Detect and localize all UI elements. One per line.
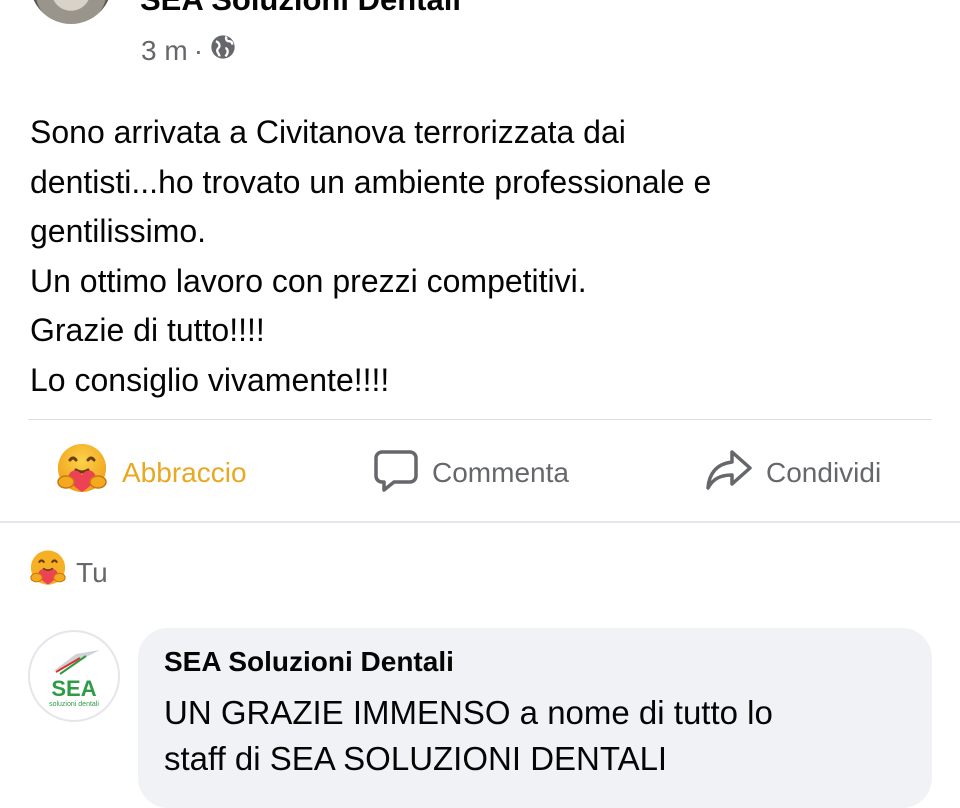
post-text-line: Grazie di tutto!!!!: [30, 312, 265, 348]
care-emoji-icon: [28, 549, 68, 596]
post-timestamp[interactable]: 3 m: [141, 35, 188, 67]
post-actions-bar: Abbraccio Commenta Condividi: [0, 440, 960, 506]
comment-text-line: UN GRAZIE IMMENSO a nome di tutto lo: [164, 694, 773, 731]
reactions-summary[interactable]: Tu: [28, 549, 108, 596]
comment-text: UN GRAZIE IMMENSO a nome di tutto lo sta…: [164, 690, 773, 782]
comment-author-avatar[interactable]: SEA soluzioni dentali: [28, 630, 120, 722]
post-author-name[interactable]: SEA Soluzioni Dentali: [140, 0, 461, 18]
comment-icon: [372, 446, 420, 501]
globe-icon: [209, 33, 237, 68]
comment-button-label: Commenta: [432, 457, 569, 488]
post-text-line: Sono arrivata a Civitanova terrorizzata …: [30, 114, 626, 150]
reactions-summary-label: Tu: [76, 556, 108, 588]
post-author-avatar[interactable]: [30, 0, 112, 24]
post-divider: [28, 419, 932, 420]
sea-logo-subtext: soluzioni dentali: [49, 701, 99, 708]
post-text-line: Lo consiglio vivamente!!!!: [30, 361, 390, 398]
share-icon: [704, 446, 754, 501]
post-text-line: dentisti...ho trovato un ambiente profes…: [30, 163, 712, 200]
care-emoji-icon: [54, 442, 110, 505]
meta-separator: ·: [193, 34, 204, 66]
post-text-line: gentilissimo.: [30, 213, 207, 249]
comment-text-line: staff di SEA SOLUZIONI DENTALI: [164, 740, 668, 777]
sea-logo-icon: SEA soluzioni dentali: [49, 650, 100, 708]
comment-button[interactable]: Commenta: [372, 440, 569, 506]
section-divider: [0, 521, 960, 523]
react-button-label: Abbraccio: [122, 457, 247, 488]
post-meta: 3 m ·: [141, 33, 237, 68]
sea-logo-text: SEA: [51, 676, 96, 701]
share-button[interactable]: Condividi: [704, 440, 881, 506]
post-text-line: Un ottimo lavoro con prezzi competitivi.: [30, 262, 587, 299]
react-button[interactable]: Abbraccio: [54, 440, 247, 506]
post-text: Sono arrivata a Civitanova terrorizzata …: [30, 108, 930, 405]
comment-author-name[interactable]: SEA Soluzioni Dentali: [164, 646, 454, 678]
share-button-label: Condividi: [766, 457, 882, 488]
